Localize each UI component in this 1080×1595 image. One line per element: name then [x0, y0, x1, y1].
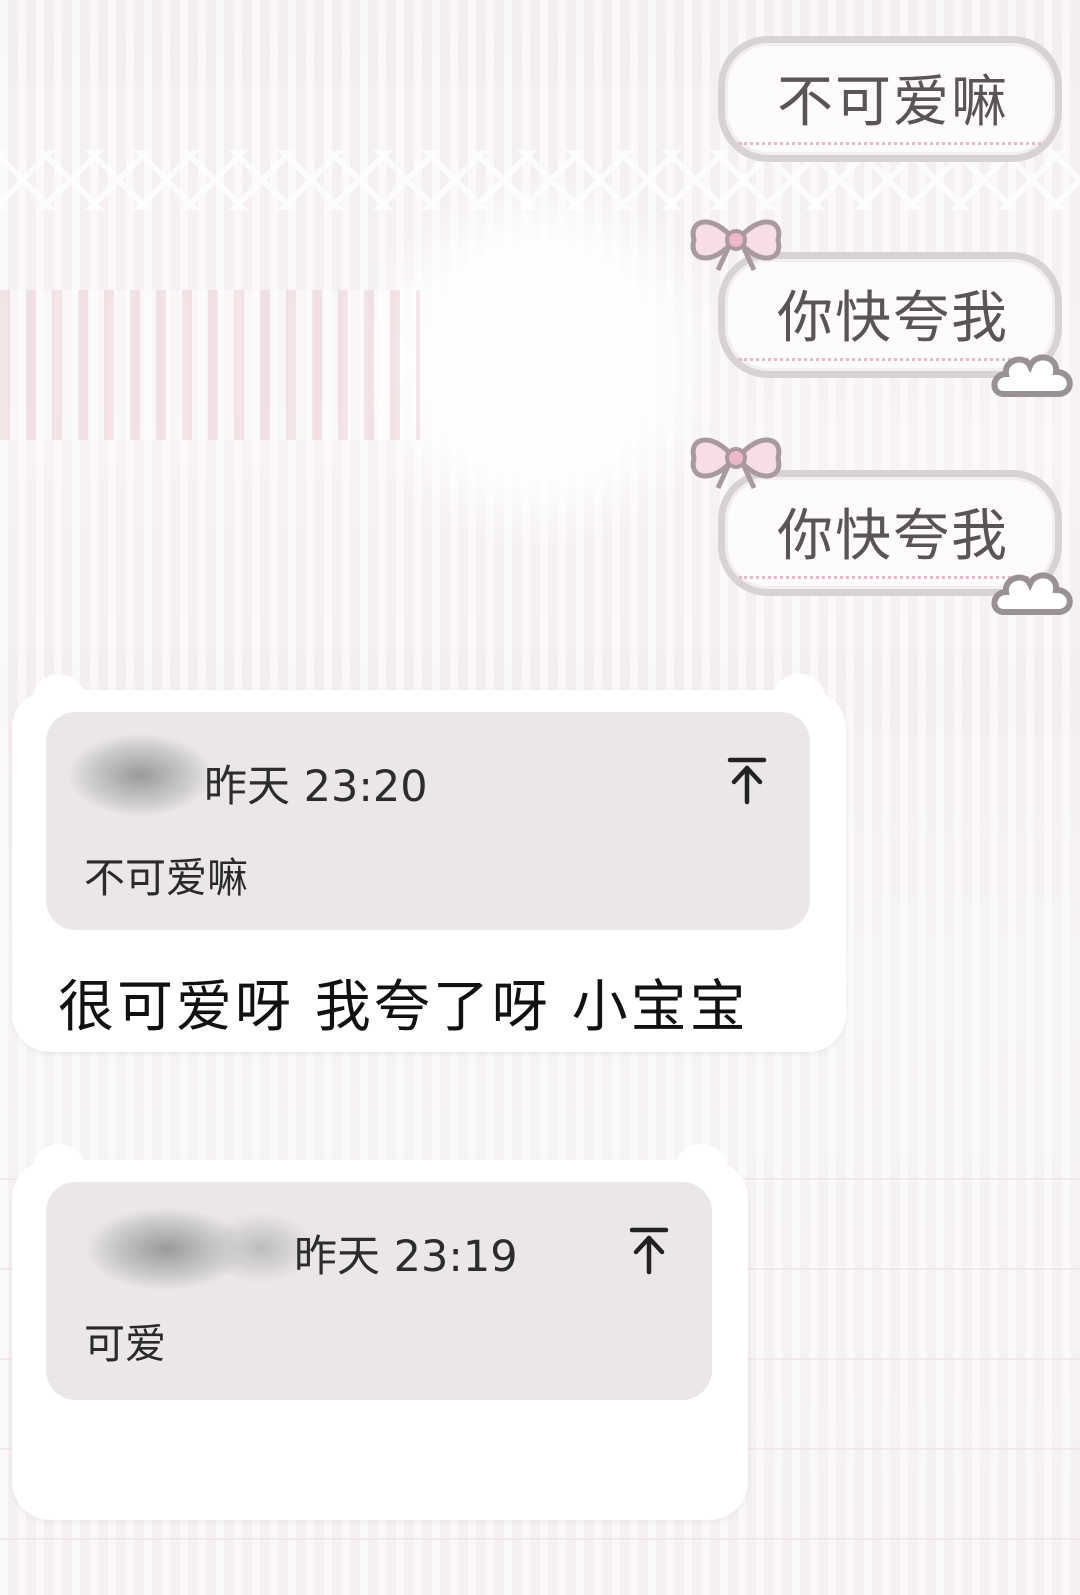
- quote-text: 可爱: [84, 1320, 166, 1368]
- quoted-message[interactable]: 昨天 23:20 不可爱嘛: [46, 712, 810, 930]
- cloud-icon: [991, 572, 1073, 615]
- message-text: 很可爱呀 我夸了呀 小宝宝: [58, 975, 749, 1040]
- avatar: [68, 734, 212, 816]
- arrow-up-to-line-icon[interactable]: [626, 1224, 672, 1276]
- arrow-up-to-line-icon[interactable]: [724, 754, 770, 806]
- quote-timestamp: 昨天 23:20: [204, 762, 428, 812]
- message-text: 不可爱嘛: [777, 70, 1009, 135]
- quote-timestamp: 昨天 23:19: [294, 1232, 518, 1282]
- received-message-card[interactable]: 昨天 23:20 不可爱嘛 很可爱呀 我夸了呀 小宝宝: [12, 674, 846, 1052]
- bow-icon: [690, 437, 782, 490]
- sent-message-bubble[interactable]: 不可爱嘛: [718, 36, 1062, 162]
- message-text: 你快夸我: [777, 504, 1009, 569]
- bow-icon: [690, 219, 782, 272]
- striped-decoration: [0, 290, 420, 440]
- cloud-icon: [991, 354, 1073, 397]
- quote-text: 不可爱嘛: [84, 854, 248, 902]
- received-message-card[interactable]: 昨天 23:19 可爱: [12, 1144, 748, 1520]
- quoted-message[interactable]: 昨天 23:19 可爱: [46, 1182, 712, 1400]
- message-text: 你快夸我: [777, 286, 1009, 351]
